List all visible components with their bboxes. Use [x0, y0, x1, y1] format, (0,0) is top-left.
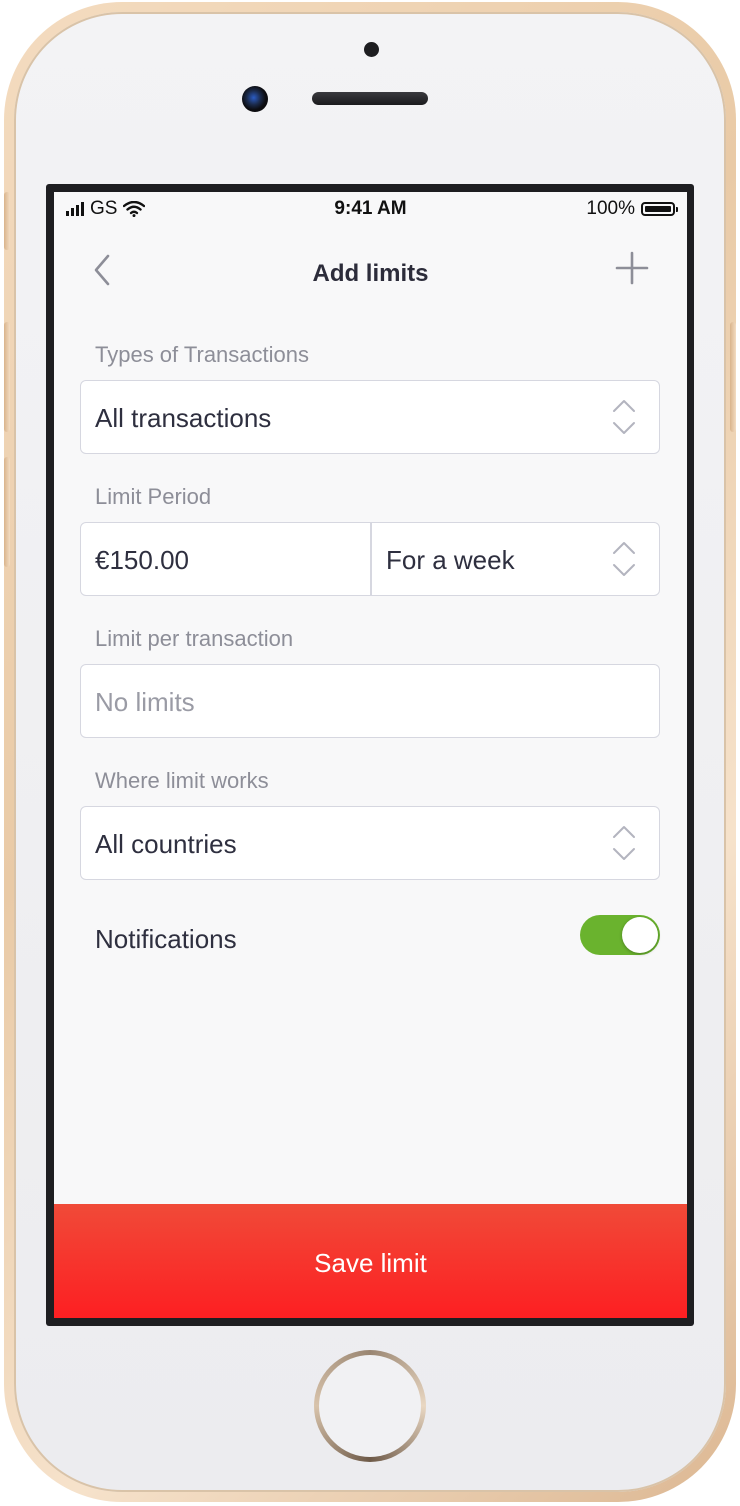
- earpiece-speaker: [312, 92, 428, 105]
- screen: GS 9:41 AM 100% Add limits Types of Tran…: [46, 184, 694, 1326]
- app-screen: GS 9:41 AM 100% Add limits Types of Tran…: [54, 192, 687, 1318]
- per-transaction-input[interactable]: No limits: [80, 664, 660, 738]
- volume-down-button: [4, 457, 10, 567]
- power-button: [730, 322, 736, 432]
- home-button[interactable]: [314, 1350, 426, 1462]
- country-select[interactable]: All countries: [80, 806, 660, 880]
- add-button[interactable]: [612, 248, 652, 288]
- up-down-chevron-icon: [613, 400, 635, 434]
- per-transaction-label: Limit per transaction: [95, 626, 294, 651]
- page-title: Add limits: [312, 260, 429, 287]
- volume-up-button: [4, 322, 10, 432]
- field-divider: [370, 523, 372, 595]
- limit-period-group: €150.00 For a week: [80, 522, 660, 596]
- plus-icon: [615, 251, 649, 285]
- notifications-label: Notifications: [95, 924, 237, 954]
- types-label: Types of Transactions: [95, 342, 309, 367]
- where-label: Where limit works: [95, 768, 269, 793]
- status-bar: GS 9:41 AM 100%: [54, 192, 687, 228]
- save-limit-label: Save limit: [314, 1248, 427, 1278]
- proximity-sensor: [364, 42, 379, 57]
- limit-amount-input[interactable]: €150.00: [95, 545, 189, 576]
- battery-percent: 100%: [586, 198, 635, 219]
- country-value: All countries: [95, 829, 237, 859]
- notifications-toggle[interactable]: [580, 915, 660, 955]
- up-down-chevron-icon: [613, 542, 635, 576]
- per-transaction-placeholder: No limits: [95, 687, 195, 717]
- period-select[interactable]: For a week: [386, 545, 515, 576]
- toggle-knob: [622, 917, 658, 953]
- transaction-type-value: All transactions: [95, 403, 272, 433]
- nav-bar: Add limits: [54, 242, 687, 298]
- battery-icon: [641, 202, 678, 216]
- up-down-chevron-icon: [613, 826, 635, 860]
- period-label: Limit Period: [95, 484, 212, 509]
- silent-switch: [4, 192, 10, 250]
- front-camera: [242, 86, 268, 112]
- save-limit-button[interactable]: Save limit: [54, 1204, 687, 1318]
- transaction-type-select[interactable]: All transactions: [80, 380, 660, 454]
